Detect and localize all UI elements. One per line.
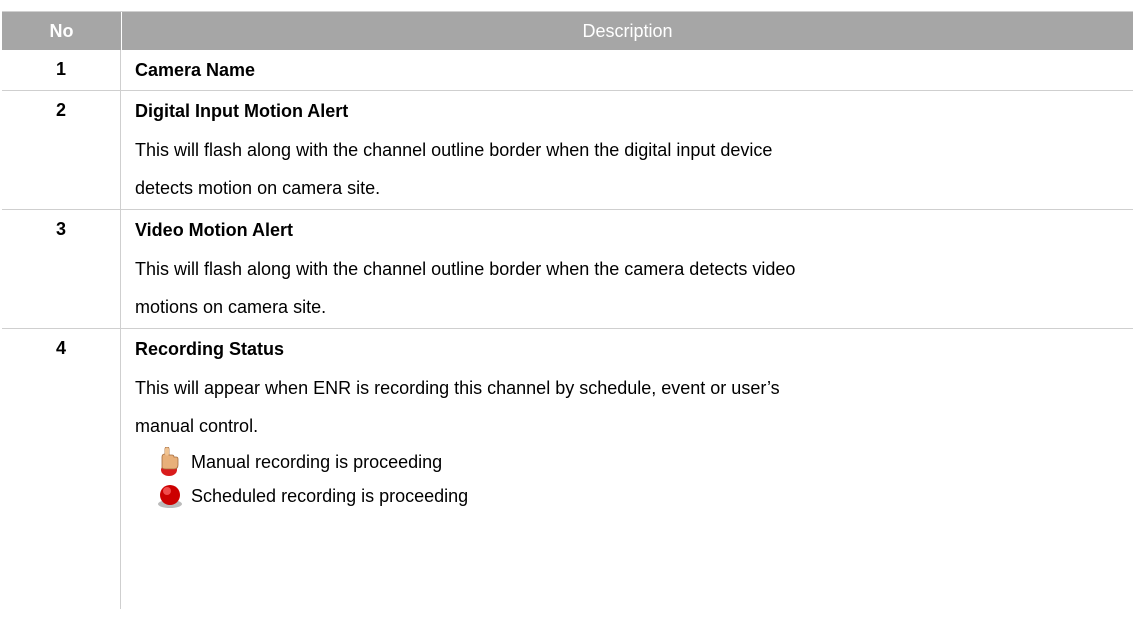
table-row: 1 Camera Name (2, 50, 1133, 91)
red-record-dot-icon (155, 481, 185, 511)
row-text-line: This will flash along with the channel o… (135, 259, 796, 279)
icon-legend-item: Scheduled recording is proceeding (135, 479, 1133, 513)
row-description: Digital Input Motion Alert This will fla… (121, 91, 1133, 209)
row-title: Video Motion Alert (135, 220, 294, 240)
row-text-line: detects motion on camera site. (135, 178, 381, 198)
row-number: 4 (2, 329, 121, 609)
table-row: 3 Video Motion Alert This will flash alo… (2, 210, 1133, 329)
row-description: Video Motion Alert This will flash along… (121, 210, 1133, 328)
table-row: 2 Digital Input Motion Alert This will f… (2, 91, 1133, 210)
row-number: 3 (2, 210, 121, 328)
header-no: No (2, 12, 122, 50)
row-text-line: This will flash along with the channel o… (135, 140, 773, 160)
row-title: Recording Status (135, 339, 285, 359)
row-number: 2 (2, 91, 121, 209)
row-title: Digital Input Motion Alert (135, 101, 349, 121)
row-description: Recording Status This will appear when E… (121, 329, 1133, 609)
row-description: Camera Name (121, 50, 1133, 90)
description-table: No Description 1 Camera Name 2 Digital I… (2, 11, 1133, 609)
icon-legend-item: Manual recording is proceeding (135, 445, 1133, 479)
row-number: 1 (2, 50, 121, 90)
icon-legend-text: Scheduled recording is proceeding (191, 485, 469, 506)
row-title: Camera Name (135, 60, 256, 80)
header-description: Description (582, 20, 673, 41)
row-text-line: manual control. (135, 416, 259, 436)
table-header: No Description (2, 11, 1133, 50)
table-row: 4 Recording Status This will appear when… (2, 329, 1133, 609)
row-text-line: motions on camera site. (135, 297, 327, 317)
hand-pointer-record-icon (155, 447, 185, 477)
row-text-line: This will appear when ENR is recording t… (135, 378, 780, 398)
icon-legend-text: Manual recording is proceeding (191, 451, 443, 472)
